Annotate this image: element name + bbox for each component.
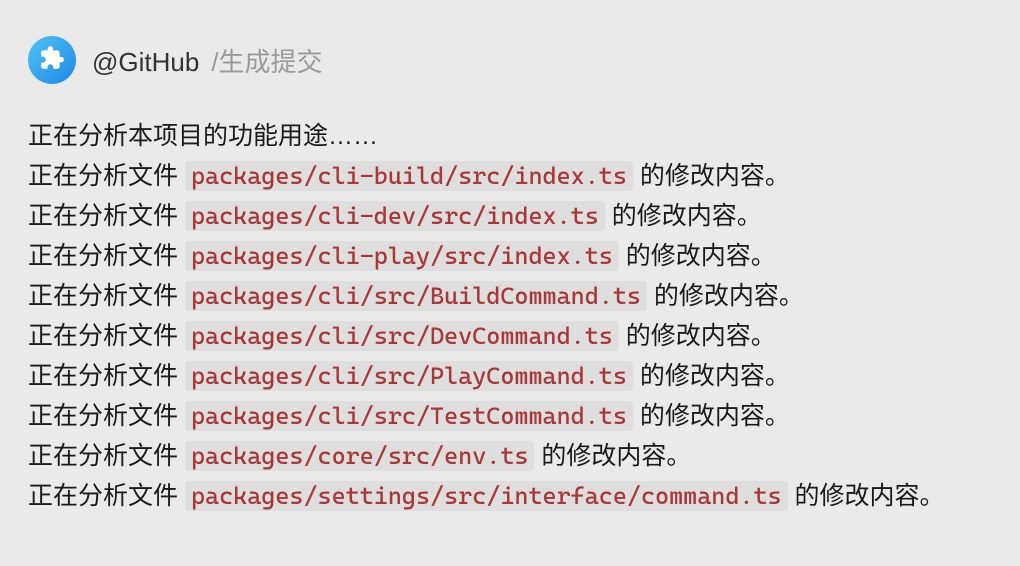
- analysis-prefix: 正在分析文件: [28, 402, 185, 430]
- file-path: packages/cli/src/PlayCommand.ts: [185, 361, 633, 391]
- file-path: packages/cli-dev/src/index.ts: [185, 201, 605, 231]
- file-path: packages/cli/src/TestCommand.ts: [185, 401, 633, 431]
- file-path: packages/cli-play/src/index.ts: [185, 241, 619, 271]
- avatar: [28, 36, 76, 84]
- slash-command: /生成提交: [211, 42, 322, 79]
- analysis-prefix: 正在分析文件: [28, 322, 185, 350]
- analysis-suffix: 的修改内容。: [534, 442, 691, 470]
- analysis-line: 正在分析文件 packages/core/src/env.ts 的修改内容。: [28, 436, 992, 476]
- github-handle[interactable]: @GitHub: [92, 47, 199, 78]
- analysis-line: 正在分析文件 packages/cli/src/TestCommand.ts 的…: [28, 396, 992, 436]
- file-path: packages/cli/src/BuildCommand.ts: [185, 281, 647, 311]
- file-path: packages/core/src/env.ts: [185, 441, 535, 471]
- analysis-line: 正在分析文件 packages/cli-play/src/index.ts 的修…: [28, 236, 992, 276]
- puzzle-piece-icon: [39, 45, 65, 76]
- analysis-prefix: 正在分析文件: [28, 202, 185, 230]
- analysis-suffix: 的修改内容。: [619, 322, 776, 350]
- analysis-log: 正在分析本项目的功能用途…… 正在分析文件 packages/cli-build…: [28, 116, 992, 516]
- file-path: packages/cli-build/src/index.ts: [185, 161, 633, 191]
- analysis-prefix: 正在分析文件: [28, 482, 185, 510]
- analysis-suffix: 的修改内容。: [633, 402, 790, 430]
- analysis-prefix: 正在分析文件: [28, 362, 185, 390]
- analysis-prefix: 正在分析文件: [28, 282, 185, 310]
- analysis-line: 正在分析文件 packages/cli/src/PlayCommand.ts 的…: [28, 356, 992, 396]
- analysis-suffix: 的修改内容。: [788, 482, 945, 510]
- analysis-line: 正在分析文件 packages/cli-dev/src/index.ts 的修改…: [28, 196, 992, 236]
- analysis-suffix: 的修改内容。: [605, 202, 762, 230]
- analysis-line: 正在分析文件 packages/cli-build/src/index.ts 的…: [28, 156, 992, 196]
- analysis-prefix: 正在分析文件: [28, 442, 185, 470]
- analysis-suffix: 的修改内容。: [619, 242, 776, 270]
- header-text: @GitHub /生成提交: [92, 42, 323, 79]
- analysis-prefix: 正在分析文件: [28, 162, 185, 190]
- analysis-line: 正在分析文件 packages/cli/src/DevCommand.ts 的修…: [28, 316, 992, 356]
- intro-line: 正在分析本项目的功能用途……: [28, 116, 992, 156]
- header: @GitHub /生成提交: [28, 36, 992, 84]
- file-path: packages/settings/src/interface/command.…: [185, 481, 788, 511]
- file-path: packages/cli/src/DevCommand.ts: [185, 321, 619, 351]
- analysis-prefix: 正在分析文件: [28, 242, 185, 270]
- analysis-suffix: 的修改内容。: [647, 282, 804, 310]
- analysis-suffix: 的修改内容。: [633, 162, 790, 190]
- analysis-line: 正在分析文件 packages/cli/src/BuildCommand.ts …: [28, 276, 992, 316]
- analysis-line: 正在分析文件 packages/settings/src/interface/c…: [28, 476, 992, 516]
- analysis-suffix: 的修改内容。: [633, 362, 790, 390]
